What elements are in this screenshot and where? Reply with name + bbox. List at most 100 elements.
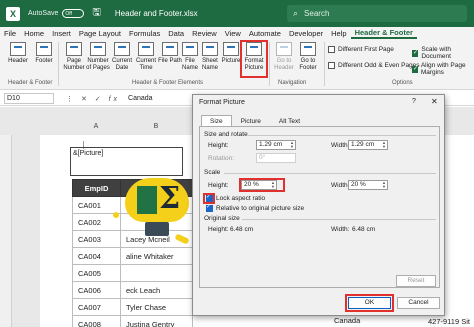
excel-logo-icon: X (6, 6, 20, 21)
menu-page-layout[interactable]: Page Layout (75, 29, 125, 38)
search-placeholder: Search (304, 9, 330, 18)
search-box[interactable]: ⌕ Search (287, 5, 467, 22)
original-size-section: Original size (204, 215, 240, 222)
menu-data[interactable]: Data (164, 29, 188, 38)
column-header-a[interactable]: A (90, 123, 102, 133)
formula-input[interactable]: Canada (128, 95, 153, 102)
relative-original-size-checkbox[interactable]: Relative to original picture size (206, 203, 304, 212)
align-page-margins-checkbox[interactable]: Align with Page Margins (412, 62, 474, 76)
spinner-arrows-icon[interactable]: ▲ ▼ (382, 181, 386, 189)
save-icon[interactable]: 🖫 (92, 5, 101, 22)
column-header-b[interactable]: B (150, 123, 162, 133)
menu-help[interactable]: Help (327, 29, 350, 38)
orig-width-value: 6.48 cm (352, 226, 376, 233)
number-of-pages-icon (90, 42, 106, 56)
file-name-icon (182, 42, 198, 56)
header-button[interactable]: Header (6, 42, 30, 65)
cancel-button[interactable]: Cancel (397, 297, 440, 309)
menu-bar: File Home Insert Page Layout Formulas Da… (0, 27, 474, 40)
go-to-header-icon (276, 42, 292, 56)
table-row: CA004 aline Whitaker (72, 247, 193, 265)
table-row: CA008 Justina Gentry (72, 315, 193, 327)
help-icon[interactable]: ? (412, 98, 416, 105)
fx-icon[interactable]: fx (109, 96, 120, 103)
scale-height-highlight (239, 178, 285, 192)
group-label-elements: Header & Footer Elements (132, 80, 204, 86)
table-row: CA006 eck Leach (72, 281, 193, 299)
scale-width-label: Width: (331, 182, 350, 189)
current-time-icon (138, 42, 154, 56)
group-label-navigation: Navigation (278, 80, 307, 86)
different-first-page-checkbox[interactable]: Different First Page (328, 46, 394, 53)
menu-view[interactable]: View (221, 29, 245, 38)
lightbulb-base (145, 222, 169, 236)
country-cell[interactable]: Canada (334, 316, 360, 325)
document-title: Header and Footer.xlsx (114, 9, 198, 18)
size-rotate-section: Size and rotate (204, 131, 248, 138)
orig-height-label: Height: (208, 226, 229, 233)
width-spinner[interactable]: 1.29 cm ▲ ▼ (348, 140, 388, 150)
page-number-icon (66, 42, 82, 56)
ribbon-separator (324, 42, 325, 86)
close-icon[interactable]: ✕ (431, 97, 438, 106)
file-path-icon (162, 42, 178, 56)
name-box[interactable]: D10 (4, 93, 54, 104)
title-bar: X AutoSave Off 🖫 Header and Footer.xlsx … (0, 0, 474, 27)
scale-width-spinner[interactable]: 20 % ▲ ▼ (348, 180, 388, 190)
menu-insert[interactable]: Insert (48, 29, 75, 38)
spinner-arrows-icon[interactable]: ▲ ▼ (290, 141, 294, 149)
rotation-label: Rotation: (208, 155, 235, 162)
spinner-arrows-icon[interactable]: ▲ ▼ (382, 141, 386, 149)
reset-button[interactable]: Reset (396, 275, 436, 287)
scale-with-document-checkbox[interactable]: Scale with Document (412, 46, 474, 60)
ribbon-separator (269, 42, 270, 86)
ribbon-separator (58, 42, 59, 86)
dialog-body: Size and rotate Height: 1.29 cm ▲ ▼ Width:… (199, 126, 440, 288)
table-header-empid[interactable]: EmpID (72, 179, 121, 197)
format-picture-highlight (240, 40, 268, 78)
group-label-header-footer: Header & Footer (8, 80, 53, 86)
header-icon (10, 42, 26, 56)
menu-review[interactable]: Review (188, 29, 221, 38)
decor-dot (113, 212, 119, 218)
autosave-label: AutoSave (28, 10, 59, 17)
page-number-button[interactable]: Page Number (62, 42, 86, 71)
table-row: CA005 (72, 264, 193, 282)
menu-home[interactable]: Home (20, 29, 48, 38)
current-time-button[interactable]: Current Time (134, 42, 158, 71)
go-to-footer-button[interactable]: Go to Footer (296, 42, 320, 71)
table-row: CA007 Tyler Chase (72, 298, 193, 316)
picture-icon (223, 42, 239, 56)
menu-file[interactable]: File (0, 29, 20, 38)
address-cell[interactable]: 427-9119 Sit St. (428, 317, 474, 327)
different-odd-even-checkbox[interactable]: Different Odd & Even Pages (328, 62, 420, 69)
header-picture-code: &[Picture] (73, 150, 104, 157)
header-section[interactable]: &[Picture] (70, 147, 183, 176)
row-headers (0, 135, 12, 327)
spreadsheet-grid-icon (137, 186, 157, 214)
menu-developer[interactable]: Developer (285, 29, 327, 38)
footer-button[interactable]: Footer (32, 42, 56, 65)
width-label: Width: (331, 142, 350, 149)
section-divider (248, 135, 436, 136)
ok-highlight (345, 294, 394, 312)
section-divider (242, 219, 436, 220)
go-to-header-button[interactable]: Go to Header (272, 42, 296, 71)
current-date-icon (114, 42, 130, 56)
menu-automate[interactable]: Automate (245, 29, 285, 38)
group-label-options: Options (392, 80, 413, 86)
height-spinner[interactable]: 1.29 cm ▲ ▼ (256, 140, 296, 150)
orig-width-label: Width: (331, 226, 350, 233)
sigma-icon: Σ (159, 181, 181, 216)
formula-icons: ⋮ ✕ ✓ fx (66, 95, 121, 103)
number-of-pages-button[interactable]: Number of Pages (86, 42, 110, 71)
height-label: Height: (208, 142, 229, 149)
format-picture-dialog: Format Picture ? ✕ Size Picture Alt Text… (192, 94, 445, 316)
search-icon: ⌕ (293, 8, 299, 18)
go-to-footer-icon (300, 42, 316, 56)
menu-formulas[interactable]: Formulas (125, 29, 164, 38)
current-date-button[interactable]: Current Date (110, 42, 134, 71)
autosave-toggle[interactable]: Off (62, 9, 85, 18)
menu-header-footer[interactable]: Header & Footer (350, 28, 417, 39)
orig-height-value: 6.48 cm (230, 226, 254, 233)
